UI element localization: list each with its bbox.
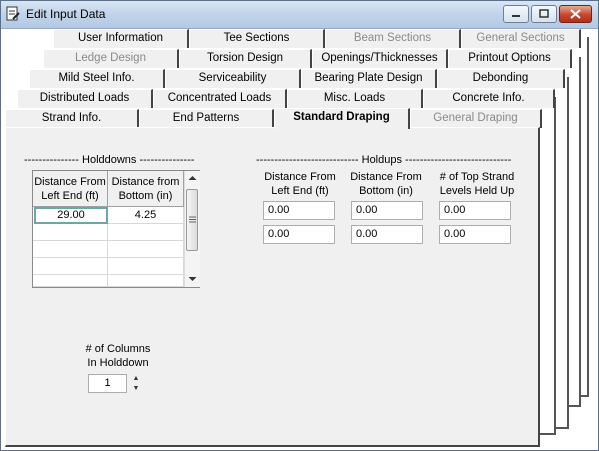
tab-bearing-plate-design[interactable]: Bearing Plate Design <box>301 69 437 88</box>
grid-cell[interactable] <box>33 258 108 275</box>
grid-cell[interactable] <box>33 275 108 287</box>
holdups-title: ---------------------------- Holdups ---… <box>256 154 512 166</box>
tab-torsion-design[interactable]: Torsion Design <box>179 49 312 68</box>
grid-cell[interactable] <box>108 258 184 275</box>
tab-distributed-loads[interactable]: Distributed Loads <box>17 89 153 108</box>
tab-general-sections[interactable]: General Sections <box>461 29 581 48</box>
tab-misc-loads[interactable]: Misc. Loads <box>287 89 423 108</box>
holddown-cell-left-end[interactable]: 29.00 <box>34 207 108 224</box>
holdup-2-bottom-field[interactable]: 0.00 <box>351 225 423 244</box>
holdup-2-left-end-field[interactable]: 0.00 <box>263 225 335 244</box>
tab-openings-thicknesses[interactable]: Openings/Thicknesses <box>312 49 448 68</box>
spin-down-icon[interactable]: ▼ <box>131 384 141 393</box>
close-button[interactable] <box>559 5 592 23</box>
tab-beam-sections[interactable]: Beam Sections <box>325 29 461 48</box>
holdup-1-levels-field[interactable]: 0.00 <box>439 201 511 220</box>
tab-strand-info[interactable]: Strand Info. <box>5 109 139 128</box>
tab-concrete-info[interactable]: Concrete Info. <box>423 89 555 108</box>
maximize-button[interactable] <box>531 5 557 23</box>
grid-cell[interactable] <box>108 241 184 258</box>
scroll-thumb[interactable] <box>186 189 198 251</box>
holdup-1-bottom-field[interactable]: 0.00 <box>351 201 423 220</box>
tab-tee-sections[interactable]: Tee Sections <box>189 29 325 48</box>
tab-mild-steel-info[interactable]: Mild Steel Info. <box>29 69 165 88</box>
tab-ledge-design[interactable]: Ledge Design <box>43 49 179 68</box>
tab-concentrated-loads[interactable]: Concentrated Loads <box>153 89 287 108</box>
holddowns-col-left-end: Distance From Left End (ft) <box>33 171 108 207</box>
standard-draping-page: --------------- Holddowns --------------… <box>5 127 540 447</box>
tab-standard-draping[interactable]: Standard Draping <box>274 108 410 129</box>
scroll-down-icon[interactable] <box>188 276 197 282</box>
grid-cell[interactable] <box>33 224 108 241</box>
minimize-icon <box>512 15 520 17</box>
tab-end-patterns[interactable]: End Patterns <box>139 109 274 128</box>
minimize-button[interactable] <box>503 5 529 23</box>
grip-icon <box>189 216 196 223</box>
holdups-col-bottom: Distance From Bottom (in) <box>350 171 422 197</box>
tab-serviceability[interactable]: Serviceability <box>165 69 301 88</box>
tab-general-draping[interactable]: General Draping <box>410 109 542 128</box>
holddowns-scrollbar[interactable] <box>184 171 200 287</box>
close-icon <box>570 9 581 19</box>
window-title: Edit Input Data <box>26 7 106 21</box>
grid-cell[interactable] <box>108 224 184 241</box>
document-edit-icon <box>6 6 20 21</box>
tab-debonding[interactable]: Debonding <box>437 69 565 88</box>
holddowns-col-bottom: Distance from Bottom (in) <box>108 171 184 207</box>
columns-in-holddown-input[interactable]: 1 <box>88 374 127 393</box>
holdups-col-levels: # of Top Strand Levels Held Up <box>439 171 515 197</box>
tab-printout-options[interactable]: Printout Options <box>448 49 572 68</box>
maximize-icon <box>539 9 549 18</box>
holdups-col-left-end: Distance From Left End (ft) <box>264 171 336 197</box>
spin-up-icon[interactable]: ▲ <box>131 374 141 383</box>
client-area: User Information Tee Sections Beam Secti… <box>1 29 598 450</box>
holdup-1-left-end-field[interactable]: 0.00 <box>263 201 335 220</box>
edit-input-window: Edit Input Data User Information Tee Sec… <box>0 0 599 451</box>
columns-in-holddown-label: # of Columns In Holddown <box>85 343 151 369</box>
holddowns-title: --------------- Holddowns --------------… <box>24 154 195 166</box>
scroll-up-icon[interactable] <box>188 175 197 181</box>
tab-user-information[interactable]: User Information <box>53 29 189 48</box>
grid-cell[interactable] <box>33 241 108 258</box>
holddown-cell-bottom[interactable]: 4.25 <box>108 207 184 224</box>
grid-cell[interactable] <box>108 275 184 287</box>
holddowns-grid[interactable]: Distance From Left End (ft) Distance fro… <box>32 170 200 288</box>
title-bar[interactable]: Edit Input Data <box>1 1 598 29</box>
holdup-2-levels-field[interactable]: 0.00 <box>439 225 511 244</box>
